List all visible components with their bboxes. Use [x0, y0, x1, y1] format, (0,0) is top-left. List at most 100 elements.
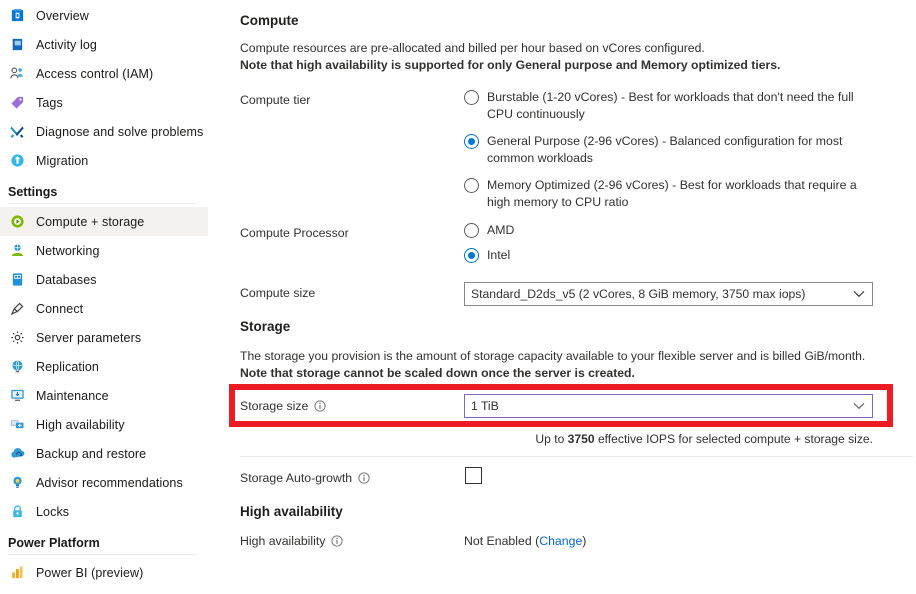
storage-section-heading: Storage: [240, 319, 291, 334]
storage-auto-growth-checkbox[interactable]: [465, 467, 482, 484]
ha-status-text: Not Enabled (: [464, 534, 540, 548]
chevron-down-icon: [853, 402, 865, 410]
compute-storage-icon: [8, 213, 26, 231]
sidebar-item-diagnose[interactable]: Diagnose and solve problems: [0, 117, 208, 146]
tags-icon: [8, 94, 26, 112]
networking-icon: [8, 242, 26, 260]
sidebar-item-label: Activity log: [36, 37, 97, 52]
info-icon[interactable]: [357, 472, 370, 485]
sidebar-scrollbar-track[interactable]: [208, 0, 427, 594]
sidebar-item-label: Connect: [36, 301, 84, 316]
compute-tier-option-general-purpose[interactable]: General Purpose (2-96 vCores) - Balanced…: [464, 133, 884, 166]
sidebar-item-migration[interactable]: Migration: [0, 146, 208, 175]
high-availability-icon: [8, 416, 26, 434]
sidebar-item-connect[interactable]: Connect: [0, 294, 208, 323]
info-icon[interactable]: [313, 400, 326, 413]
iops-prefix: Up to: [535, 432, 568, 446]
advisor-icon: [8, 474, 26, 492]
radio-general-purpose[interactable]: [464, 134, 479, 149]
sidebar-item-label: Diagnose and solve problems: [36, 124, 204, 139]
high-availability-label-group: High availability: [240, 534, 343, 548]
effective-iops-note: Up to 3750 effective IOPS for selected c…: [464, 432, 873, 446]
sidebar-item-high-availability[interactable]: High availability: [0, 410, 208, 439]
radio-intel[interactable]: [464, 247, 479, 263]
compute-tier-option-memory-optimized[interactable]: Memory Optimized (2-96 vCores) - Best fo…: [464, 177, 884, 210]
compute-processor-option-amd[interactable]: AMD: [464, 222, 764, 239]
sidebar-item-replication[interactable]: Replication: [0, 352, 208, 381]
radio-label: General Purpose (2-96 vCores) - Balanced…: [487, 134, 843, 165]
sidebar-item-label: Maintenance: [36, 388, 109, 403]
sidebar-item-activity-log[interactable]: Activity log: [0, 30, 208, 59]
migration-icon: [8, 152, 26, 170]
compute-tier-option-burstable[interactable]: Burstable (1-20 vCores) - Best for workl…: [464, 89, 884, 122]
ha-status-tail: ): [582, 534, 587, 548]
radio-memory-optimized[interactable]: [464, 178, 479, 193]
sidebar-item-overview[interactable]: Overview: [0, 1, 208, 30]
sidebar-group-power-platform: Power Platform: [8, 536, 100, 550]
sidebar-item-maintenance[interactable]: Maintenance: [0, 381, 208, 410]
storage-description-line2: Note that storage cannot be scaled down …: [240, 365, 635, 380]
sidebar-item-compute-storage[interactable]: Compute + storage: [0, 207, 208, 236]
azure-portal-screen: Overview Activity log Access control (IA…: [0, 0, 916, 594]
iops-suffix: effective IOPS for selected compute + st…: [594, 432, 873, 446]
storage-size-value: 1 TiB: [471, 399, 499, 413]
backup-restore-icon: [8, 445, 26, 463]
radio-label: AMD: [487, 223, 515, 237]
locks-icon: [8, 503, 26, 521]
sidebar-item-databases[interactable]: Databases: [0, 265, 208, 294]
sidebar-item-label: Backup and restore: [36, 446, 147, 461]
compute-description-line1: Compute resources are pre-allocated and …: [240, 41, 705, 55]
storage-description: The storage you provision is the amount …: [240, 348, 912, 381]
sidebar-item-power-bi[interactable]: Power BI (preview): [0, 558, 208, 587]
radio-label: Memory Optimized (2-96 vCores) - Best fo…: [487, 178, 857, 209]
storage-auto-growth-label-group: Storage Auto-growth: [240, 471, 370, 485]
radio-amd[interactable]: [464, 223, 479, 238]
compute-size-dropdown[interactable]: Standard_D2ds_v5 (2 vCores, 8 GiB memory…: [464, 282, 873, 306]
sidebar-item-server-parameters[interactable]: Server parameters: [0, 323, 208, 352]
high-availability-heading: High availability: [240, 504, 343, 519]
sidebar-item-label: Migration: [36, 153, 89, 168]
sidebar-item-backup-restore[interactable]: Backup and restore: [0, 439, 208, 468]
compute-processor-label: Compute Processor: [240, 226, 349, 240]
compute-size-value: Standard_D2ds_v5 (2 vCores, 8 GiB memory…: [471, 287, 806, 301]
radio-label: Burstable (1-20 vCores) - Best for workl…: [487, 90, 854, 121]
sidebar-item-label: Server parameters: [36, 330, 142, 345]
compute-tier-label: Compute tier: [240, 93, 311, 107]
sidebar-item-label: Tags: [36, 95, 63, 110]
storage-description-line1: The storage you provision is the amount …: [240, 349, 866, 363]
databases-icon: [8, 271, 26, 289]
compute-processor-option-intel[interactable]: Intel: [464, 247, 764, 264]
power-bi-icon: [8, 564, 26, 582]
compute-storage-panel: Compute Compute resources are pre-alloca…: [232, 0, 916, 594]
sidebar-group-settings: Settings: [8, 185, 58, 199]
sidebar-item-label: Databases: [36, 272, 97, 287]
sidebar-item-label: Overview: [36, 8, 89, 23]
compute-tier-radio-group: Burstable (1-20 vCores) - Best for workl…: [464, 89, 884, 210]
sidebar-item-advisor-recommendations[interactable]: Advisor recommendations: [0, 468, 208, 497]
compute-description: Compute resources are pre-allocated and …: [240, 40, 910, 73]
sidebar-divider: [8, 554, 196, 555]
sidebar-item-tags[interactable]: Tags: [0, 88, 208, 117]
activity-log-icon: [8, 36, 26, 54]
sidebar-item-access-control[interactable]: Access control (IAM): [0, 59, 208, 88]
sidebar-item-networking[interactable]: Networking: [0, 236, 208, 265]
radio-burstable[interactable]: [464, 90, 479, 105]
replication-icon: [8, 358, 26, 376]
server-parameters-icon: [8, 329, 26, 347]
sidebar-divider: [8, 203, 196, 204]
compute-processor-radio-group: AMD Intel: [464, 222, 764, 263]
high-availability-label: High availability: [240, 534, 326, 548]
sidebar-item-locks[interactable]: Locks: [0, 497, 208, 526]
compute-description-line2: Note that high availability is supported…: [240, 57, 781, 72]
info-icon[interactable]: [330, 535, 343, 548]
storage-size-dropdown[interactable]: 1 TiB: [464, 394, 873, 418]
maintenance-icon: [8, 387, 26, 405]
sidebar-item-label: Access control (IAM): [36, 66, 154, 81]
radio-label: Intel: [487, 247, 511, 262]
change-ha-link[interactable]: Change: [539, 534, 582, 548]
storage-size-label: Storage size: [240, 399, 309, 413]
compute-section-heading: Compute: [240, 13, 299, 28]
sidebar-item-label: Replication: [36, 359, 99, 374]
compute-size-label: Compute size: [240, 286, 316, 300]
chevron-down-icon: [853, 290, 865, 298]
